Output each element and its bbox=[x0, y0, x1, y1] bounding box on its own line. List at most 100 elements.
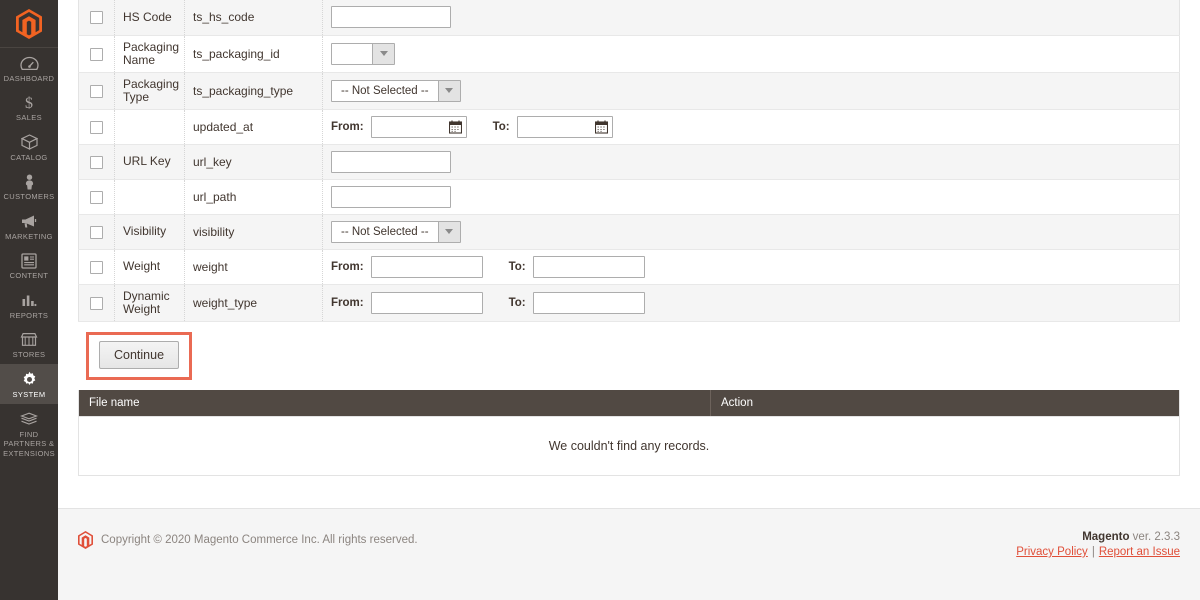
sidebar-item-label: SYSTEM bbox=[12, 389, 46, 399]
sales-dollar-icon: $ bbox=[19, 94, 39, 111]
sidebar-item-label: REPORTS bbox=[9, 310, 49, 320]
table-row: Dynamic Weight weight_type From: To: bbox=[78, 284, 1180, 322]
attribute-code: ts_packaging_type bbox=[184, 72, 323, 110]
content-page-icon bbox=[19, 252, 39, 269]
calendar-icon bbox=[594, 120, 608, 134]
attribute-label: Visibility bbox=[114, 214, 185, 250]
attribute-code: visibility bbox=[184, 214, 323, 250]
continue-button[interactable]: Continue bbox=[99, 340, 180, 369]
row-checkbox[interactable] bbox=[90, 47, 103, 61]
table-row: Packaging Type ts_packaging_type -- Not … bbox=[78, 72, 1180, 110]
sidebar-item-label: CUSTOMERS bbox=[3, 192, 55, 202]
sidebar-item-system[interactable]: SYSTEM bbox=[0, 364, 58, 404]
table-row: Packaging Name ts_packaging_id bbox=[78, 35, 1180, 73]
number-input-from[interactable] bbox=[370, 255, 483, 278]
sidebar-item-marketing[interactable]: MARKETING bbox=[0, 206, 58, 246]
number-input-to[interactable] bbox=[532, 291, 645, 314]
select-value bbox=[332, 44, 372, 64]
attribute-code: weight bbox=[184, 249, 323, 285]
attribute-label bbox=[114, 179, 185, 215]
attribute-code: weight_type bbox=[184, 284, 323, 322]
row-checkbox[interactable] bbox=[90, 225, 103, 239]
attribute-code: ts_packaging_id bbox=[184, 35, 323, 73]
attribute-label: HS Code bbox=[114, 0, 185, 36]
sidebar-item-find-partners-extensions[interactable]: FIND PARTNERS & EXTENSIONS bbox=[0, 404, 58, 464]
to-label: To: bbox=[492, 120, 510, 133]
row-checkbox[interactable] bbox=[90, 84, 103, 98]
number-input-to[interactable] bbox=[532, 255, 645, 278]
row-checkbox[interactable] bbox=[90, 11, 103, 25]
dashboard-icon bbox=[19, 55, 39, 72]
page-footer: Copyright © 2020 Magento Commerce Inc. A… bbox=[58, 508, 1200, 600]
admin-sidebar: DASHBOARD $ SALES CATALOG CUSTOMERS MARK… bbox=[0, 0, 58, 600]
to-label: To: bbox=[508, 260, 526, 273]
copyright-text: Copyright © 2020 Magento Commerce Inc. A… bbox=[101, 534, 418, 546]
attribute-label: Weight bbox=[114, 249, 185, 285]
version-line: Magento ver. 2.3.3 bbox=[1016, 531, 1180, 543]
select-value: -- Not Selected -- bbox=[341, 225, 429, 238]
attribute-filter-table: HS Code ts_hs_code Packaging Name ts_pac… bbox=[78, 0, 1180, 322]
sidebar-item-label: CONTENT bbox=[9, 271, 49, 281]
filter-text-input-url_key[interactable] bbox=[331, 150, 451, 173]
sidebar-item-customers[interactable]: CUSTOMERS bbox=[0, 167, 58, 207]
table-row: Visibility visibility -- Not Selected -- bbox=[78, 214, 1180, 250]
attribute-code: updated_at bbox=[184, 109, 323, 145]
from-label: From: bbox=[331, 260, 364, 273]
column-header-file-name[interactable]: File name bbox=[79, 389, 711, 416]
select-value: -- Not Selected -- bbox=[341, 84, 429, 97]
from-label: From: bbox=[331, 296, 364, 309]
row-checkbox[interactable] bbox=[90, 190, 103, 204]
filter-text-input-ts_hs_code[interactable] bbox=[331, 6, 451, 29]
sidebar-item-content[interactable]: CONTENT bbox=[0, 246, 58, 286]
privacy-policy-link[interactable]: Privacy Policy bbox=[1016, 546, 1088, 558]
sidebar-item-label: CATALOG bbox=[10, 152, 48, 162]
from-label: From: bbox=[331, 120, 364, 133]
filter-select-ts_packaging_id[interactable] bbox=[331, 42, 395, 65]
sidebar-item-stores[interactable]: STORES bbox=[0, 325, 58, 365]
stores-shop-icon bbox=[19, 331, 39, 348]
row-checkbox[interactable] bbox=[90, 296, 103, 310]
file-grid: File name Action We couldn't find any re… bbox=[78, 389, 1180, 476]
row-checkbox[interactable] bbox=[90, 120, 103, 134]
row-checkbox[interactable] bbox=[90, 155, 103, 169]
sidebar-item-reports[interactable]: REPORTS bbox=[0, 285, 58, 325]
number-range-weight_type: From: To: bbox=[331, 291, 1171, 314]
empty-records-message: We couldn't find any records. bbox=[79, 415, 1179, 475]
row-checkbox[interactable] bbox=[90, 260, 103, 274]
attribute-code: url_key bbox=[184, 144, 323, 180]
sidebar-item-label: FIND PARTNERS & EXTENSIONS bbox=[3, 429, 55, 458]
table-row: url_path bbox=[78, 179, 1180, 215]
admin-page: DASHBOARD $ SALES CATALOG CUSTOMERS MARK… bbox=[0, 0, 1200, 600]
footer-links: Privacy Policy | Report an Issue bbox=[1016, 546, 1180, 558]
report-issue-link[interactable]: Report an Issue bbox=[1099, 546, 1180, 558]
filter-text-input-url_path[interactable] bbox=[331, 185, 451, 208]
column-header-action[interactable]: Action bbox=[711, 390, 1179, 416]
main-area: HS Code ts_hs_code Packaging Name ts_pac… bbox=[58, 0, 1200, 600]
sidebar-item-catalog[interactable]: CATALOG bbox=[0, 127, 58, 167]
calendar-icon bbox=[448, 120, 462, 134]
sidebar-item-dashboard[interactable]: DASHBOARD bbox=[0, 48, 58, 88]
reports-bar-chart-icon bbox=[19, 292, 39, 309]
sidebar-item-sales[interactable]: $ SALES bbox=[0, 88, 58, 128]
table-row: HS Code ts_hs_code bbox=[78, 0, 1180, 36]
continue-highlight-box: Continue bbox=[86, 331, 193, 380]
attribute-label bbox=[114, 109, 185, 145]
attribute-label: URL Key bbox=[114, 144, 185, 180]
date-input-from[interactable] bbox=[370, 115, 467, 138]
number-input-from[interactable] bbox=[370, 291, 483, 314]
filter-select-visibility[interactable]: -- Not Selected -- bbox=[331, 220, 461, 243]
sidebar-item-label: DASHBOARD bbox=[3, 73, 55, 83]
attribute-code: ts_hs_code bbox=[184, 0, 323, 36]
magento-logo[interactable] bbox=[0, 0, 58, 48]
footer-copyright-area: Copyright © 2020 Magento Commerce Inc. A… bbox=[78, 531, 418, 549]
date-range-updated_at: From: To: bbox=[331, 115, 1171, 138]
customers-person-icon bbox=[19, 173, 39, 190]
attribute-code: url_path bbox=[184, 179, 323, 215]
table-row: URL Key url_key bbox=[78, 144, 1180, 180]
attribute-label: Packaging Type bbox=[114, 72, 185, 110]
filter-select-ts_packaging_type[interactable]: -- Not Selected -- bbox=[331, 79, 461, 102]
date-input-to[interactable] bbox=[516, 115, 613, 138]
chevron-down-icon bbox=[437, 221, 460, 242]
catalog-box-icon bbox=[19, 134, 39, 151]
partners-box-icon bbox=[19, 411, 39, 428]
